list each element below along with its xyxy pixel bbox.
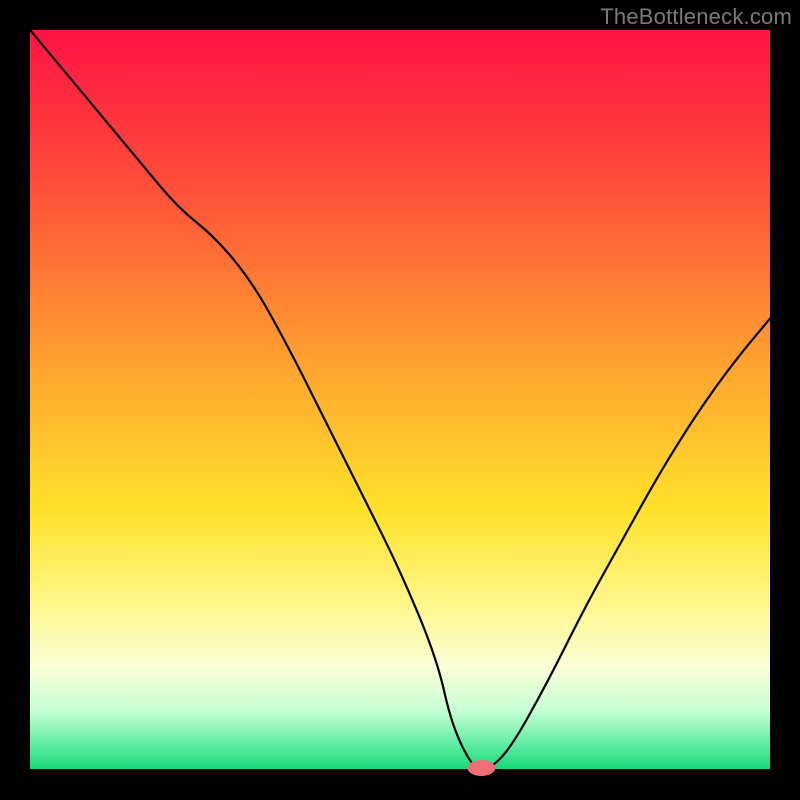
plot-background — [30, 30, 770, 770]
chart-frame: TheBottleneck.com — [0, 0, 800, 800]
optimum-marker — [467, 760, 495, 776]
attribution-label: TheBottleneck.com — [600, 4, 792, 30]
bottleneck-chart — [0, 0, 800, 800]
